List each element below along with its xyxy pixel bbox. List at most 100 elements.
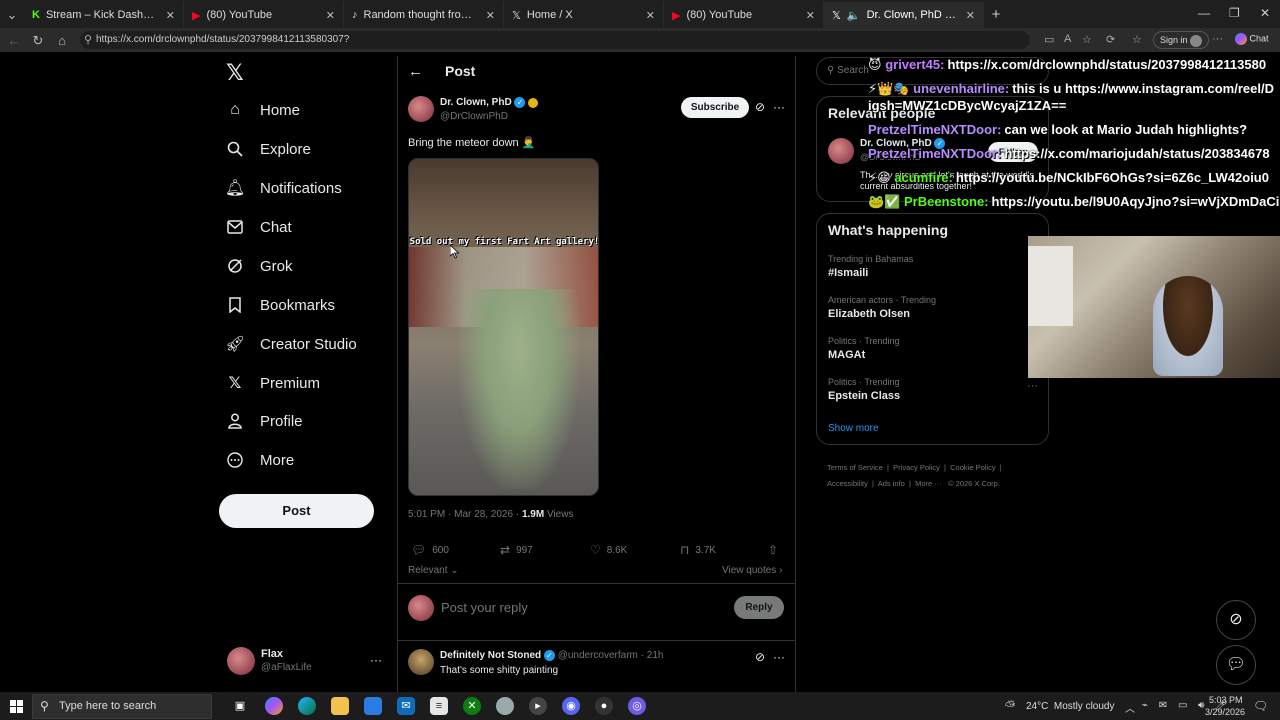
footer-link[interactable]: Terms of Service: [827, 463, 883, 472]
footer-link[interactable]: Cookie Policy: [950, 463, 995, 472]
sidebar-item-creator-studio[interactable]: 🚀︎ Creator Studio: [225, 335, 357, 354]
reply-author-row[interactable]: Definitely Not Stoned ✓ @undercoverfarm …: [440, 650, 663, 661]
sidebar-item-home[interactable]: ⌂ Home: [226, 101, 300, 119]
browser-tab[interactable]: ▶ (80) YouTube ✕: [184, 2, 344, 28]
notification-center-icon[interactable]: 🗨︎: [1253, 699, 1268, 713]
sidebar-item-profile[interactable]: Profile: [226, 412, 303, 430]
reply-input[interactable]: Post your reply: [441, 600, 721, 615]
close-tab-icon[interactable]: ✕: [166, 9, 175, 22]
footer-link[interactable]: More ···: [915, 479, 942, 488]
post-more-icon[interactable]: ···: [773, 100, 785, 114]
close-tab-icon[interactable]: ✕: [806, 9, 815, 22]
sidebar-item-chat[interactable]: Chat: [226, 218, 292, 236]
browser-tab[interactable]: ▶ (80) YouTube ✕: [664, 2, 824, 28]
relevant-person-avatar[interactable]: [828, 138, 854, 164]
edge-icon[interactable]: [298, 697, 316, 715]
grok-explain-icon[interactable]: ⊘: [755, 650, 765, 664]
weather-text[interactable]: 24°C Mostly cloudy: [1026, 701, 1114, 712]
reply-sort-dropdown[interactable]: Relevant ⌄: [408, 565, 459, 576]
footer-link[interactable]: Ads info: [878, 479, 905, 488]
sidebar-item-explore[interactable]: Explore: [226, 140, 311, 158]
x-logo-icon[interactable]: 𝕏: [226, 60, 244, 86]
trend-item[interactable]: American actors · Trending Elizabeth Olse…: [828, 295, 936, 320]
sidebar-item-bookmarks[interactable]: Bookmarks: [226, 296, 335, 314]
footer-link[interactable]: Accessibility: [827, 479, 868, 488]
grok-explain-icon[interactable]: ⊘: [755, 100, 765, 114]
copilot-chat-button[interactable]: Chat: [1235, 33, 1269, 45]
site-info-icon[interactable]: ⚲: [84, 33, 92, 46]
new-tab-icon[interactable]: +: [984, 2, 1008, 28]
browser-tab[interactable]: 𝕏 Home / X ✕: [504, 2, 664, 28]
browser-menu-icon[interactable]: ···: [1212, 33, 1223, 45]
extensions-icon[interactable]: ⟳: [1106, 33, 1115, 46]
chat-float-button[interactable]: 💬︎: [1216, 645, 1256, 685]
tab-list-icon[interactable]: ⌄: [0, 2, 24, 28]
trend-more-icon[interactable]: ···: [1027, 380, 1038, 392]
share-action[interactable]: ⇧: [768, 543, 778, 557]
store-icon[interactable]: [364, 697, 382, 715]
discord-icon[interactable]: ◉: [562, 697, 580, 715]
post-button[interactable]: Post: [219, 494, 374, 528]
copilot-icon[interactable]: [265, 697, 283, 715]
maximize-icon[interactable]: ❐: [1229, 6, 1240, 20]
reply-more-icon[interactable]: ···: [773, 650, 785, 664]
close-window-icon[interactable]: ✕: [1260, 6, 1270, 20]
back-arrow-icon[interactable]: ←: [408, 63, 423, 80]
windows-start-icon[interactable]: [10, 700, 23, 718]
notepad-icon[interactable]: ≡: [430, 697, 448, 715]
chrome-icon[interactable]: ◎: [628, 697, 646, 715]
subscribe-button[interactable]: Subscribe: [681, 97, 749, 118]
author-name-row[interactable]: Dr. Clown, PhD ✓: [440, 97, 539, 108]
close-tab-icon[interactable]: ✕: [646, 9, 655, 22]
author-avatar[interactable]: [408, 96, 434, 122]
browser-tab-active[interactable]: 𝕏🔈Dr. Clown, PhD on X: "Bring th✕: [824, 2, 984, 28]
xbox-icon[interactable]: ✕: [463, 697, 481, 715]
home-icon[interactable]: ⌂: [50, 33, 74, 48]
steam-icon[interactable]: [496, 697, 514, 715]
mail-app-icon[interactable]: ✉: [397, 697, 415, 715]
sidebar-item-grok[interactable]: Grok: [226, 257, 293, 275]
url-field[interactable]: https://x.com/drclownphd/status/20379984…: [80, 31, 1030, 49]
sidebar-item-premium[interactable]: 𝕏 Premium: [226, 374, 320, 393]
task-view-icon[interactable]: ▣: [231, 697, 249, 715]
speaker-icon[interactable]: 🔈: [847, 9, 861, 22]
clock-date[interactable]: 3/29/2026: [1205, 707, 1245, 717]
tray-chevron-icon[interactable]: ︿: [1125, 700, 1135, 715]
minimize-icon[interactable]: —: [1198, 6, 1210, 20]
like-action[interactable]: ♡ 8.6K: [590, 543, 627, 557]
browser-tab[interactable]: K Stream – Kick Dashboard ✕: [24, 2, 184, 28]
sidebar-item-more[interactable]: More: [226, 451, 294, 469]
favorite-icon[interactable]: ☆: [1082, 33, 1092, 46]
show-more-link[interactable]: Show more: [828, 423, 879, 434]
browser-tab[interactable]: ♪Random thought from my brain a✕: [344, 2, 504, 28]
account-avatar[interactable]: [227, 647, 255, 675]
close-tab-icon[interactable]: ✕: [966, 9, 975, 22]
trend-item[interactable]: Trending in Bahamas #Ismaili: [828, 254, 913, 279]
reply-author-avatar[interactable]: [408, 649, 434, 675]
read-aloud-icon[interactable]: A: [1064, 33, 1071, 45]
sidebar-item-notifications[interactable]: 🔔︎ Notifications: [225, 179, 342, 198]
favorites-bar-icon[interactable]: ☆: [1132, 33, 1142, 46]
clock-time[interactable]: 5:03 PM: [1209, 695, 1243, 705]
file-explorer-icon[interactable]: [331, 697, 349, 715]
repost-action[interactable]: ⇄ 997: [500, 543, 533, 557]
grok-float-button[interactable]: ⊘: [1216, 600, 1256, 640]
obs-icon[interactable]: ●: [595, 697, 613, 715]
back-icon[interactable]: ←: [2, 33, 26, 48]
reply-action[interactable]: 💬︎ 600: [411, 543, 449, 557]
view-quotes-link[interactable]: View quotes ›: [722, 565, 782, 576]
reply-button[interactable]: Reply: [734, 596, 784, 619]
footer-link[interactable]: Privacy Policy: [893, 463, 940, 472]
refresh-icon[interactable]: ↻: [26, 33, 50, 49]
trend-item[interactable]: Politics · Trending Epstein Class: [828, 377, 900, 402]
app-icon[interactable]: ▸: [529, 697, 547, 715]
taskbar-search-input[interactable]: Type here to search: [32, 694, 212, 719]
trend-item[interactable]: Politics · Trending MAGAt: [828, 336, 900, 361]
close-tab-icon[interactable]: ✕: [326, 9, 335, 22]
close-tab-icon[interactable]: ✕: [486, 9, 495, 22]
sign-in-button[interactable]: Sign in: [1153, 31, 1210, 49]
post-video[interactable]: Sold out my first Fart Art gallery!: [408, 158, 599, 496]
account-menu-icon[interactable]: ···: [370, 653, 382, 667]
split-screen-icon[interactable]: ▭: [1044, 33, 1054, 46]
bookmark-action[interactable]: ⊓ 3.7K: [680, 543, 716, 557]
